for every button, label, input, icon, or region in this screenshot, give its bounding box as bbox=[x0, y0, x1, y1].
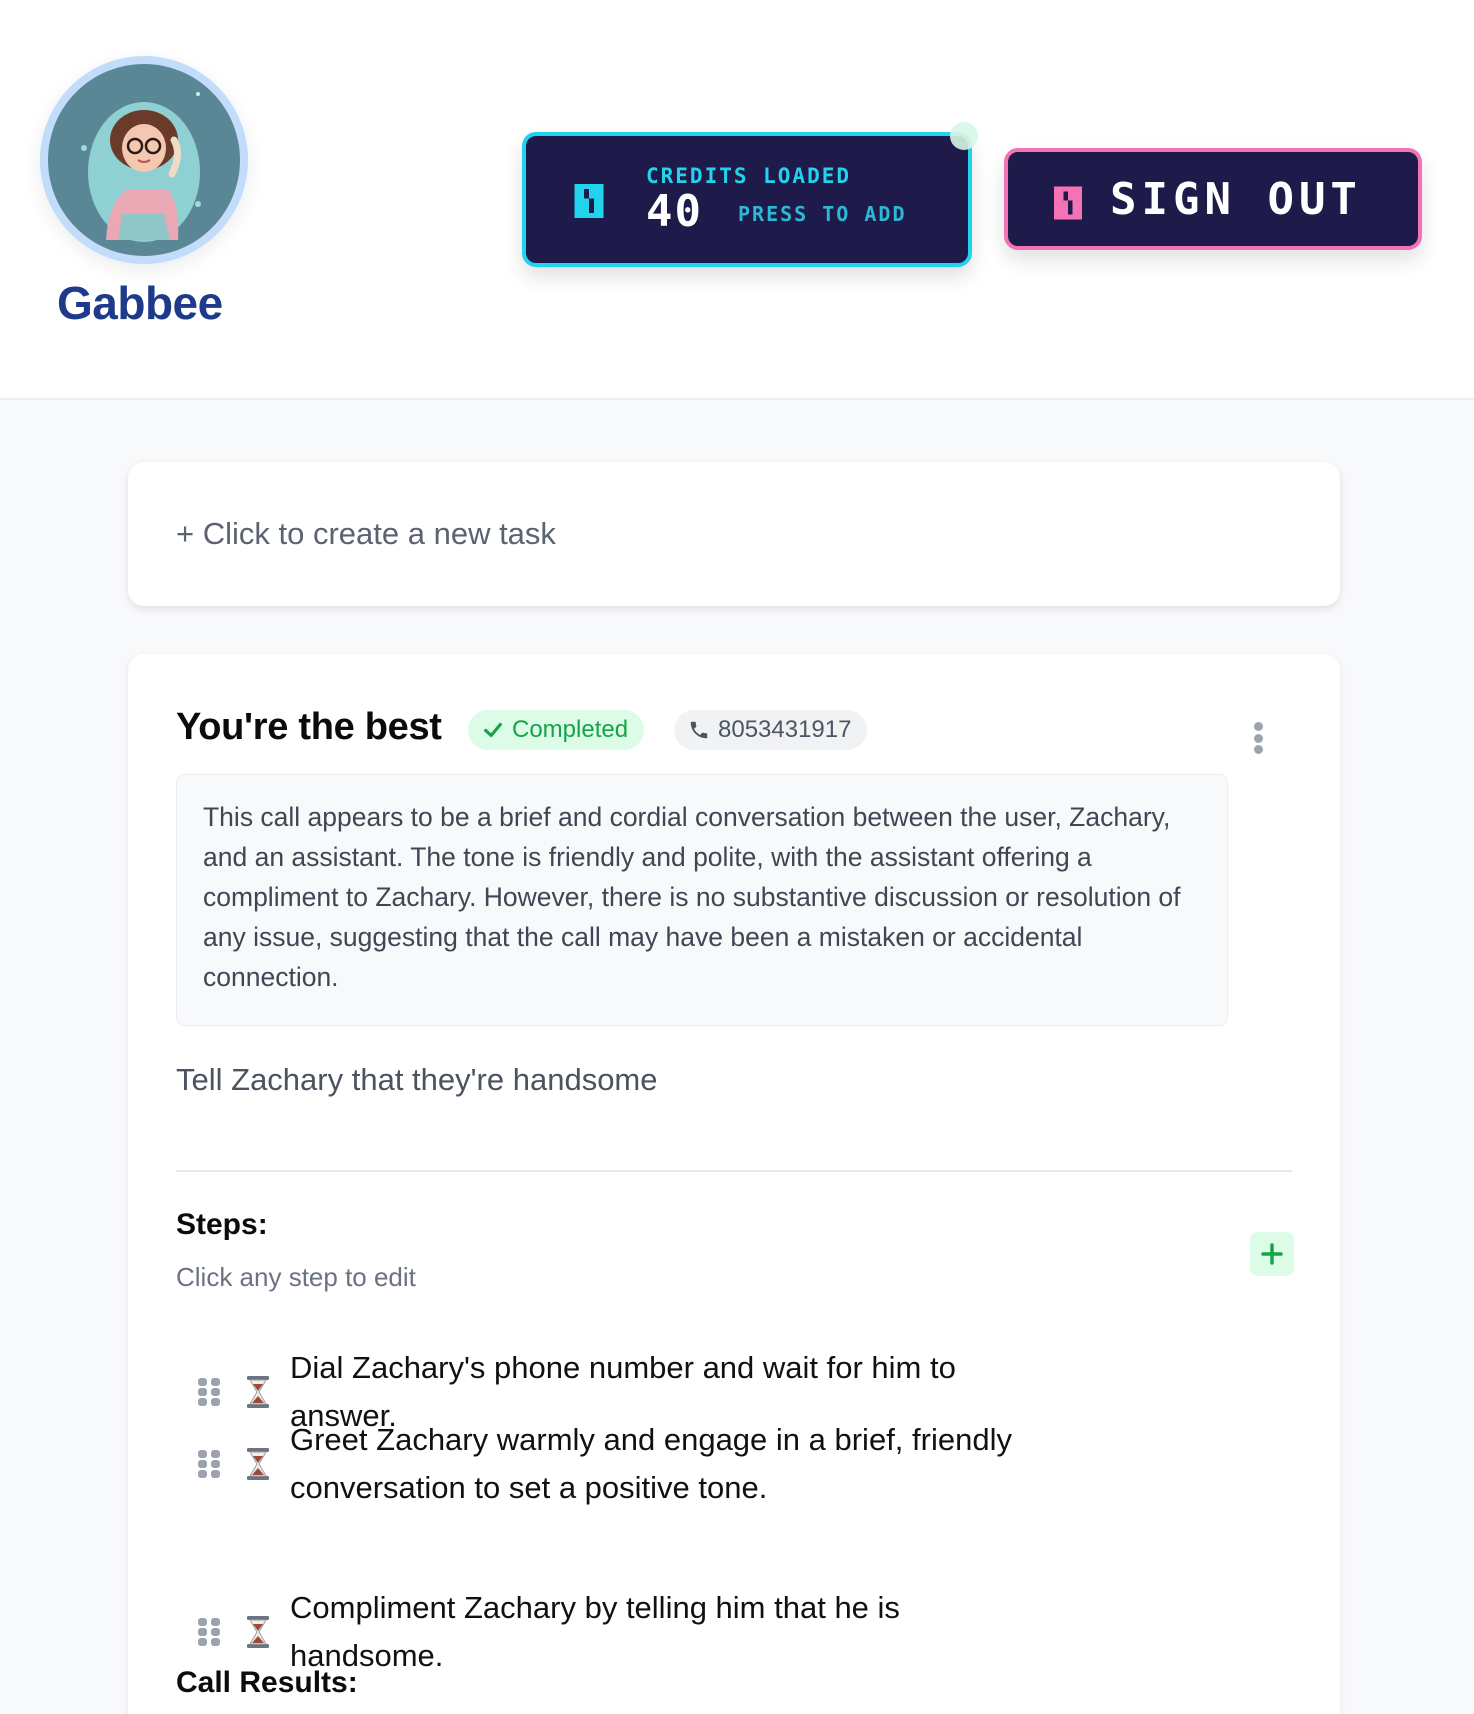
drag-handle-icon[interactable] bbox=[198, 1618, 220, 1646]
plus-icon bbox=[1261, 1243, 1283, 1265]
app-header: Gabbee CREDITS LOADED 40 PRESS TO ADD SI… bbox=[0, 0, 1474, 400]
steps-heading: Steps: bbox=[176, 1208, 268, 1241]
pixel-coin-icon bbox=[574, 184, 604, 218]
kebab-dot bbox=[1253, 722, 1263, 731]
step-text: Compliment Zachary by telling him that h… bbox=[290, 1590, 900, 1673]
status-badge: Completed bbox=[468, 710, 645, 750]
credits-label: CREDITS LOADED bbox=[646, 164, 852, 188]
sign-out-button[interactable]: SIGN OUT bbox=[1004, 148, 1422, 250]
avatar[interactable] bbox=[40, 56, 248, 264]
hourglass-icon bbox=[247, 1616, 269, 1648]
call-summary: This call appears to be a brief and cord… bbox=[176, 774, 1228, 1026]
status-label: Completed bbox=[512, 716, 629, 743]
credits-button[interactable]: CREDITS LOADED 40 PRESS TO ADD bbox=[522, 132, 972, 267]
check-icon bbox=[484, 722, 502, 738]
credits-count: 40 bbox=[646, 186, 703, 237]
avatar-image bbox=[48, 64, 240, 256]
kebab-dot bbox=[1253, 733, 1263, 743]
hourglass-icon bbox=[247, 1376, 269, 1408]
assistant-illustration-icon bbox=[81, 92, 201, 240]
add-step-button[interactable] bbox=[1250, 1232, 1294, 1276]
step-text: Greet Zachary warmly and engage in a bri… bbox=[290, 1422, 1012, 1505]
sign-out-label: SIGN OUT bbox=[1110, 174, 1362, 225]
credits-add-hint: PRESS TO ADD bbox=[738, 202, 907, 226]
task-menu-button[interactable] bbox=[1248, 718, 1268, 758]
kebab-dot bbox=[1253, 745, 1263, 754]
task-instruction[interactable]: Tell Zachary that they're handsome bbox=[176, 1062, 658, 1098]
task-card: You're the best Completed 8053431917 Thi… bbox=[128, 654, 1340, 1714]
pixel-door-icon bbox=[1054, 186, 1082, 220]
drag-handle-icon[interactable] bbox=[198, 1450, 220, 1478]
call-results-heading: Call Results: bbox=[176, 1666, 358, 1699]
drag-handle-icon[interactable] bbox=[198, 1378, 220, 1406]
brand-name: Gabbee bbox=[57, 277, 223, 329]
task-title: You're the best bbox=[176, 706, 442, 748]
step-item[interactable]: Greet Zachary warmly and engage in a bri… bbox=[176, 1416, 1276, 1512]
divider bbox=[176, 1170, 1292, 1172]
phone-badge: 8053431917 bbox=[674, 710, 868, 750]
create-task-button[interactable]: + Click to create a new task bbox=[128, 462, 1340, 606]
hourglass-icon bbox=[247, 1448, 269, 1480]
notification-dot bbox=[950, 122, 978, 150]
steps-hint: Click any step to edit bbox=[176, 1262, 416, 1292]
phone-icon bbox=[690, 721, 708, 739]
create-task-label: + Click to create a new task bbox=[176, 516, 556, 551]
phone-number: 8053431917 bbox=[718, 716, 852, 743]
